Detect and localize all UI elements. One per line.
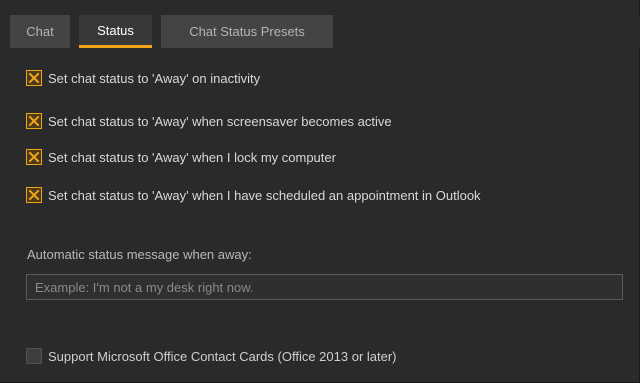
- tab-chat-status-presets[interactable]: Chat Status Presets: [161, 15, 333, 48]
- option-label: Set chat status to 'Away' when I have sc…: [48, 187, 481, 203]
- checkmark-x-icon: [28, 189, 40, 201]
- checkmark-x-icon: [28, 151, 40, 163]
- checkmark-x-icon: [28, 72, 40, 84]
- option-away-on-inactivity[interactable]: Set chat status to 'Away' on inactivity: [26, 69, 260, 87]
- checkbox-away-on-screensaver[interactable]: [26, 113, 42, 129]
- checkbox-away-on-inactivity[interactable]: [26, 70, 42, 86]
- option-away-on-lock[interactable]: Set chat status to 'Away' when I lock my…: [26, 148, 336, 166]
- status-settings-panel: Chat Status Chat Status Presets Set chat…: [0, 0, 640, 383]
- option-label: Support Microsoft Office Contact Cards (…: [48, 348, 397, 364]
- away-message-label: Automatic status message when away:: [27, 247, 252, 262]
- option-away-on-outlook-appointment[interactable]: Set chat status to 'Away' when I have sc…: [26, 186, 481, 204]
- away-message-input[interactable]: [26, 274, 623, 300]
- tab-bar: Chat Status Chat Status Presets: [0, 15, 640, 48]
- checkbox-away-on-lock[interactable]: [26, 149, 42, 165]
- option-away-on-screensaver[interactable]: Set chat status to 'Away' when screensav…: [26, 112, 392, 130]
- option-label: Set chat status to 'Away' on inactivity: [48, 70, 261, 86]
- option-label: Set chat status to 'Away' when I lock my…: [48, 149, 336, 165]
- checkbox-away-on-outlook-appointment[interactable]: [26, 187, 42, 203]
- checkmark-x-icon: [28, 115, 40, 127]
- option-office-contact-cards[interactable]: Support Microsoft Office Contact Cards (…: [26, 347, 397, 365]
- checkbox-office-contact-cards[interactable]: [26, 348, 42, 364]
- tab-status[interactable]: Status: [79, 15, 152, 48]
- option-label: Set chat status to 'Away' when screensav…: [48, 113, 392, 129]
- tab-chat[interactable]: Chat: [10, 15, 70, 48]
